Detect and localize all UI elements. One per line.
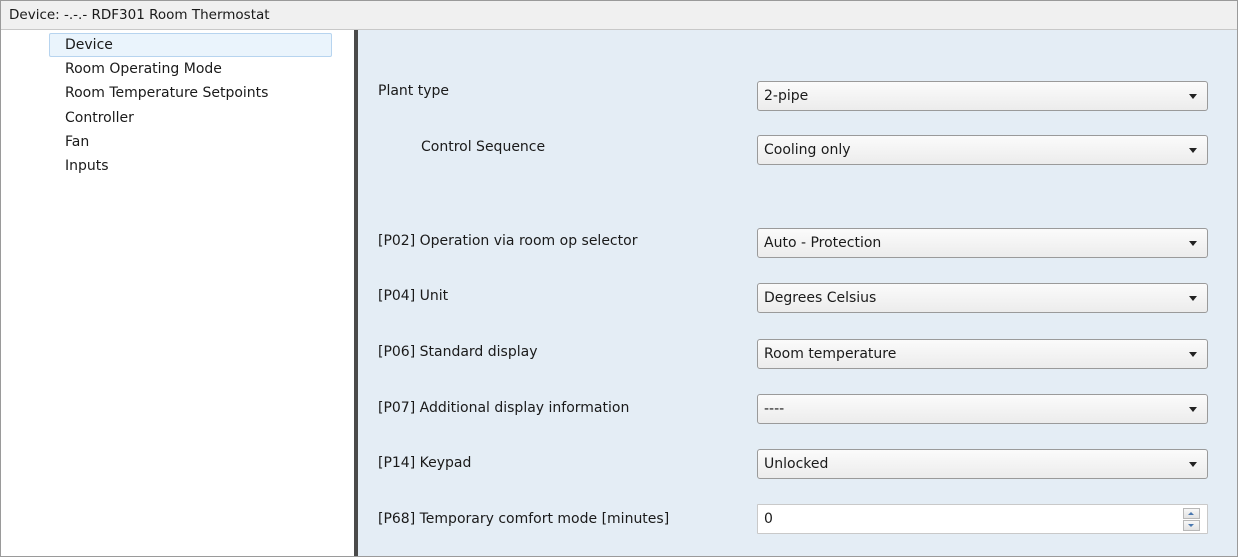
p68-label: [P68] Temporary comfort mode [minutes]	[378, 511, 670, 527]
sidebar-item-fan[interactable]: Fan	[49, 130, 89, 154]
p06-label: [P06] Standard display	[378, 344, 538, 360]
sidebar-item-room-operating-mode[interactable]: Room Operating Mode	[49, 57, 222, 81]
sidebar-item-room-temperature-setpoints[interactable]: Room Temperature Setpoints	[49, 81, 268, 105]
chevron-down-icon	[1189, 462, 1197, 467]
control-sequence-label: Control Sequence	[421, 139, 546, 155]
parameter-panel: Plant type 2-pipe Control Sequence Cooli…	[358, 30, 1237, 556]
p02-value: Auto - Protection	[764, 235, 882, 251]
p07-label: [P07] Additional display information	[378, 400, 630, 416]
window-title: Device: -.-.- RDF301 Room Thermostat	[9, 7, 270, 23]
chevron-down-icon	[1189, 94, 1197, 99]
chevron-down-icon	[1189, 296, 1197, 301]
p14-label: [P14] Keypad	[378, 455, 472, 471]
arrow-down-icon	[1188, 524, 1194, 527]
p68-spinbox[interactable]: 0	[757, 504, 1208, 534]
p04-label: [P04] Unit	[378, 288, 449, 304]
arrow-up-icon	[1188, 512, 1194, 515]
p06-select[interactable]: Room temperature	[757, 339, 1208, 369]
p07-select[interactable]: ----	[757, 394, 1208, 424]
sidebar-item-device[interactable]: Device	[49, 33, 332, 57]
title-bar: Device: -.-.- RDF301 Room Thermostat	[1, 1, 1237, 30]
p02-label: [P02] Operation via room op selector	[378, 233, 638, 249]
p02-select[interactable]: Auto - Protection	[757, 228, 1208, 258]
chevron-down-icon	[1189, 407, 1197, 412]
sidebar-item-controller[interactable]: Controller	[49, 106, 134, 130]
p68-value: 0	[764, 511, 773, 527]
chevron-down-icon	[1189, 148, 1197, 153]
plant-type-label: Plant type	[378, 83, 449, 99]
spin-down-button[interactable]	[1183, 520, 1200, 531]
control-sequence-select[interactable]: Cooling only	[757, 135, 1208, 165]
p04-select[interactable]: Degrees Celsius	[757, 283, 1208, 313]
p14-select[interactable]: Unlocked	[757, 449, 1208, 479]
plant-type-value: 2-pipe	[764, 88, 809, 104]
p07-value: ----	[764, 401, 785, 417]
settings-window: Device: -.-.- RDF301 Room Thermostat Dev…	[0, 0, 1238, 557]
chevron-down-icon	[1189, 352, 1197, 357]
plant-type-select[interactable]: 2-pipe	[757, 81, 1208, 111]
control-sequence-value: Cooling only	[764, 142, 851, 158]
sidebar-item-inputs[interactable]: Inputs	[49, 154, 109, 178]
p06-value: Room temperature	[764, 346, 897, 362]
p14-value: Unlocked	[764, 456, 829, 472]
chevron-down-icon	[1189, 241, 1197, 246]
p04-value: Degrees Celsius	[764, 290, 877, 306]
sidebar: Device Room Operating Mode Room Temperat…	[1, 30, 354, 556]
spin-up-button[interactable]	[1183, 508, 1200, 519]
